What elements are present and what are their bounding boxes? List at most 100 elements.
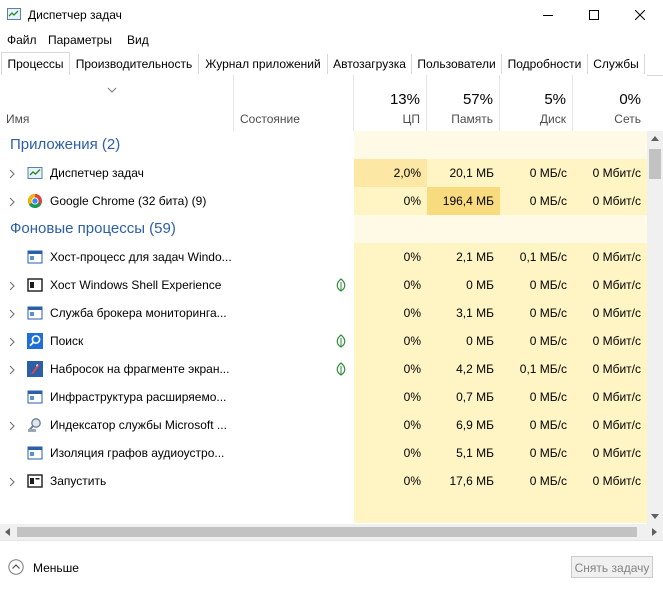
tab-app-history[interactable]: Журнал приложений [199,54,328,74]
net-value: 0 Мбит/с [573,383,647,411]
process-row[interactable]: Хост-процесс для задач Windo... 0% 2,1 МБ 0… [0,243,647,271]
maximize-icon [589,10,599,20]
chevron-up-circle-icon[interactable] [8,559,24,575]
scroll-down-icon[interactable] [651,514,659,519]
maximize-button[interactable] [571,0,617,30]
expand-chevron-icon[interactable] [7,476,17,487]
suspended-status [335,334,347,351]
process-row[interactable]: Индексатор службы Microsoft ... 0% 6,9 МБ 0… [0,411,647,439]
end-task-button[interactable]: Снять задачу [571,556,653,578]
group-disk-cell [500,215,573,243]
process-row[interactable]: Хост Windows Shell Experience 0% 0 МБ 0 МБ/… [0,271,647,299]
task-manager-icon [7,8,21,20]
expand-chevron-icon[interactable] [7,420,17,431]
net-value: 0 Мбит/с [573,271,647,299]
expand-chevron-icon[interactable] [7,196,17,207]
mem-value: 5,1 МБ [427,439,500,467]
process-row[interactable]: Служба брокера мониторинга... 0% 3,1 МБ 0 М… [0,299,647,327]
column-disk[interactable]: 5% Диск [500,75,573,131]
fewer-details-link[interactable]: Меньше [33,561,79,575]
tab-performance[interactable]: Производительность [70,54,199,74]
column-cpu[interactable]: 13% ЦП [354,75,427,131]
net-value: 0 Мбит/с [573,299,647,327]
window-icon [27,249,43,265]
suspended-leaf-icon [336,334,346,348]
disk-value: 0 МБ/с [500,439,573,467]
menu-view[interactable]: Вид [127,33,149,47]
vertical-scroll-thumb[interactable] [649,149,661,179]
horizontal-scroll-thumb[interactable] [17,527,637,537]
net-value: 0 Мбит/с [573,159,647,187]
column-network-label: Сеть [614,112,641,126]
snip-icon [27,361,43,377]
disk-total: 5% [544,91,566,108]
menu-file[interactable]: Файл [7,33,37,47]
process-row[interactable]: Запустить 0% 17,6 МБ 0 МБ/с 0 Мбит/с [0,467,647,495]
process-row[interactable]: Инфраструктура расширяемо... 0% 0,7 МБ 0 МБ… [0,383,647,411]
minimize-button[interactable] [525,0,571,30]
menu-options[interactable]: Параметры [48,33,112,47]
disk-cell [500,495,573,523]
cpu-value: 0% [354,355,427,383]
close-button[interactable] [617,0,663,30]
suspended-leaf-icon [336,362,346,376]
process-list: Приложения (2) Диспетчер задач 2,0% 20,1 МБ… [0,131,647,524]
process-name: Инфраструктура расширяемо... [50,390,227,404]
title-bar: Диспетчер задач [0,0,663,30]
disk-value: 0,1 МБ/с [500,243,573,271]
process-row[interactable]: Google Chrome (32 бита) (9) 0% 196,4 МБ 0 М… [0,187,647,215]
column-network[interactable]: 0% Сеть [573,75,647,131]
tab-processes[interactable]: Процессы [1,52,70,76]
expand-chevron-icon[interactable] [7,308,17,319]
group-mem-cell [427,131,500,159]
vertical-scrollbar[interactable] [647,131,663,524]
expand-chevron-icon[interactable] [7,280,17,291]
column-name[interactable]: Имя [0,75,234,131]
expand-chevron-icon[interactable] [7,168,17,179]
group-cpu-cell [354,215,427,243]
window-icon [27,305,43,321]
scroll-left-icon[interactable] [5,528,10,536]
column-cpu-label: ЦП [402,112,420,126]
process-name: Запустить [50,474,107,488]
process-name: Индексатор службы Microsoft ... [50,418,227,432]
column-status[interactable]: Состояние [234,75,354,131]
group-apps-label: Приложения (2) [10,136,121,153]
process-row[interactable]: Поиск 0% 0 МБ 0 МБ/с 0 Мбит/с [0,327,647,355]
scroll-right-icon[interactable] [652,528,657,536]
net-value: 0 Мбит/с [573,467,647,495]
process-name: Изоляция графов аудиоустро... [50,446,225,460]
cpu-value: 0% [354,383,427,411]
mem-value: 6,9 МБ [427,411,500,439]
expand-chevron-icon[interactable] [7,336,17,347]
tab-users[interactable]: Пользователи [412,54,502,74]
process-row[interactable]: Изоляция графов аудиоустро... 0% 5,1 МБ 0 М… [0,439,647,467]
tab-services[interactable]: Службы [588,54,645,74]
mem-value: 20,1 МБ [427,159,500,187]
suspended-status [335,278,347,295]
process-name: Хост Windows Shell Experience [50,278,222,292]
disk-value: 0 МБ/с [500,467,573,495]
scroll-up-icon[interactable] [651,136,659,141]
group-background: Фоновые процессы (59) [0,215,647,243]
net-value: 0 Мбит/с [573,187,647,215]
group-cpu-cell [354,131,427,159]
mem-cell [427,495,500,523]
tab-bar: Процессы Производительность Журнал прило… [0,52,663,76]
expand-chevron-icon[interactable] [7,364,17,375]
process-row[interactable]: Диспетчер задач 2,0% 20,1 МБ 0 МБ/с 0 Мбит/с [0,159,647,187]
process-name: Служба брокера мониторинга... [50,306,227,320]
column-memory[interactable]: 57% Память [427,75,500,131]
process-row[interactable]: Набросок на фрагменте экран... 0% 4,2 МБ 0,… [0,355,647,383]
disk-value: 0 МБ/с [500,271,573,299]
minimize-icon [543,15,553,16]
task-manager-icon [27,165,43,181]
tab-details[interactable]: Подробности [502,54,588,74]
horizontal-scrollbar[interactable] [0,524,663,540]
net-value: 0 Мбит/с [573,355,647,383]
mem-value: 0 МБ [427,271,500,299]
memory-total: 57% [462,91,493,108]
tab-startup[interactable]: Автозагрузка [328,54,412,74]
run-icon [27,473,43,489]
menu-bar: Файл Параметры Вид [0,30,663,50]
